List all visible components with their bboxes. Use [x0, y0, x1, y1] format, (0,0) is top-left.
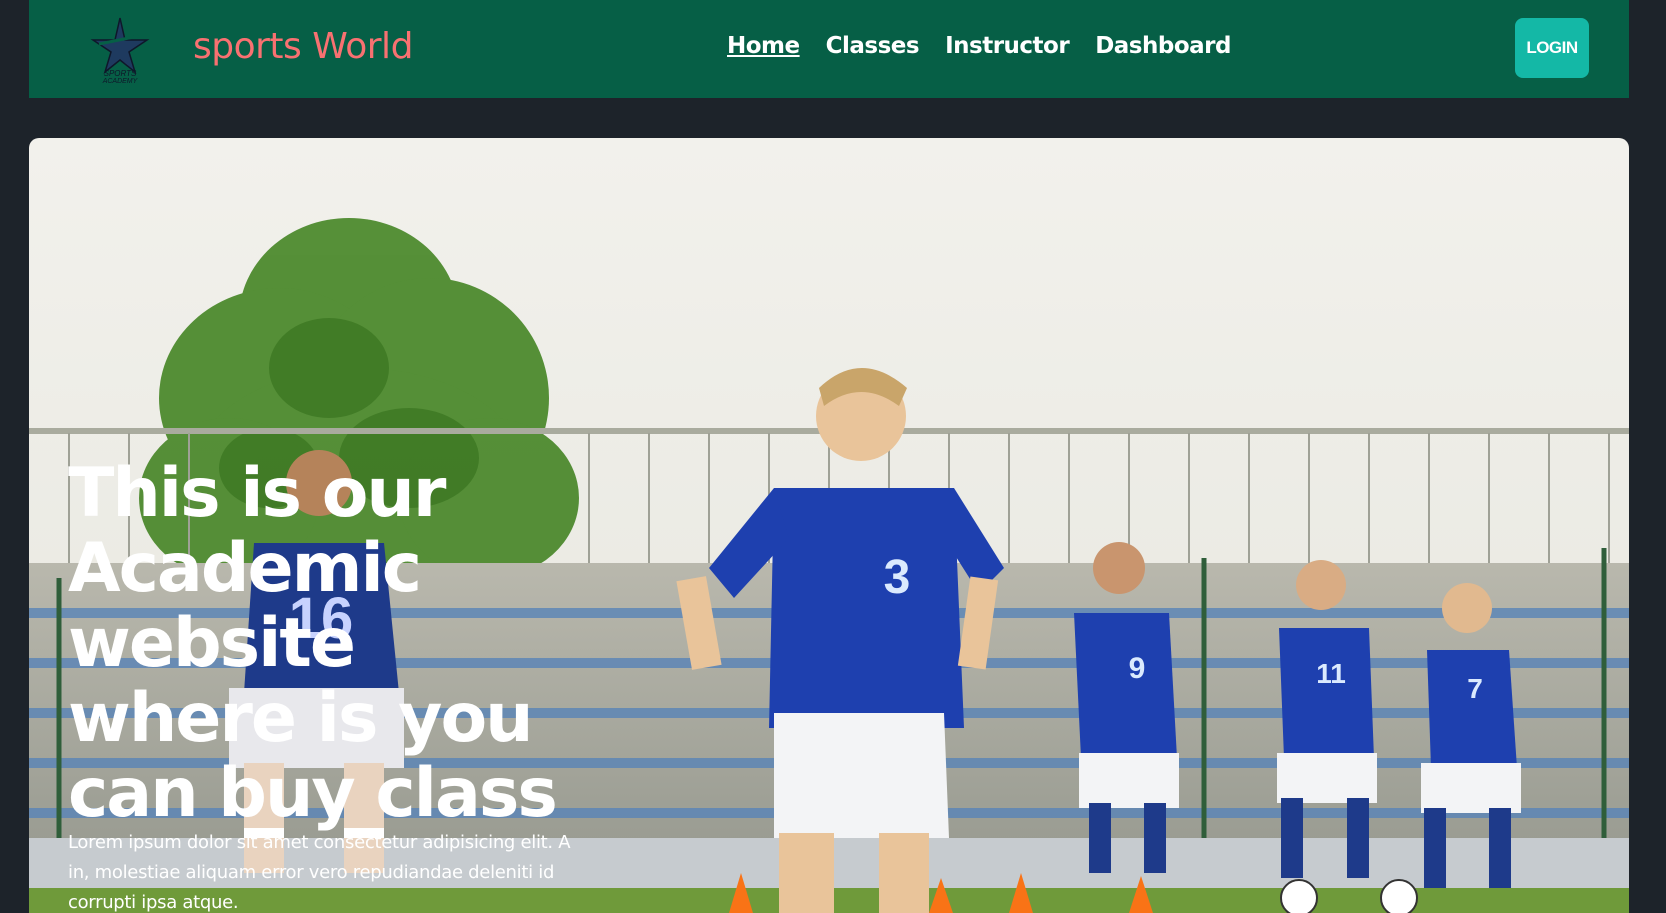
hero-description: Lorem ipsum dolor sit amet consectetur a…	[68, 832, 571, 913]
main-nav: Home Classes Instructor Dashboard	[727, 33, 1231, 59]
jersey-number: 11	[1316, 658, 1346, 689]
jersey-number: 7	[1467, 673, 1483, 704]
nav-link-dashboard[interactable]: Dashboard	[1095, 33, 1231, 59]
login-button[interactable]: LOGIN	[1515, 18, 1589, 78]
brand-title[interactable]: sports World	[193, 26, 413, 67]
hero-banner: 16 3 9 11 7 This is our Academic website…	[29, 138, 1629, 913]
nav-link-home[interactable]: Home	[727, 33, 800, 59]
svg-text:SPORTS: SPORTS	[104, 69, 137, 78]
navbar: SPORTS ACADEMY sports World Home Classes…	[29, 0, 1629, 98]
hero-title: This is our Academic website where is yo…	[68, 454, 558, 833]
jersey-number: 9	[1129, 652, 1146, 685]
svg-text:ACADEMY: ACADEMY	[102, 78, 139, 84]
nav-link-instructor[interactable]: Instructor	[945, 33, 1070, 59]
nav-link-classes[interactable]: Classes	[826, 33, 920, 59]
sports-academy-logo[interactable]: SPORTS ACADEMY	[87, 14, 153, 84]
jersey-number: 3	[884, 551, 911, 604]
